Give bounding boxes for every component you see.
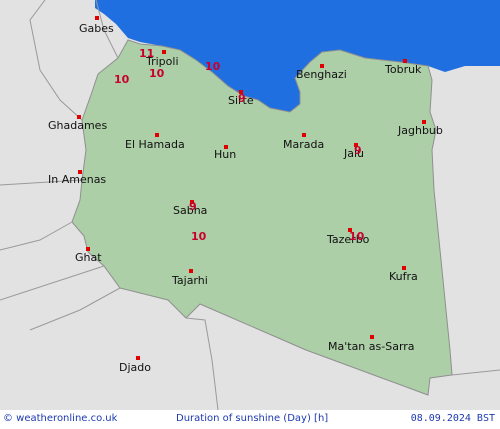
map-canvas: Gabes Tripoli Benghazi Tobruk Sirte Jagh… [0, 0, 500, 410]
city-marker [302, 133, 306, 137]
value-label: 11 [139, 47, 154, 60]
city-label-el-hamada: El Hamada [125, 138, 185, 151]
city-marker [95, 16, 99, 20]
city-label-benghazi: Benghazi [296, 68, 347, 81]
city-label-hun: Hun [214, 148, 236, 161]
city-label-gabes: Gabes [79, 22, 114, 35]
value-label: 9 [238, 92, 246, 105]
city-label-ghat: Ghat [75, 251, 102, 264]
map-date: 08.09.2024 BST [410, 413, 495, 424]
city-marker [155, 133, 159, 137]
city-label-ghadames: Ghadames [48, 119, 107, 132]
value-label: 10 [349, 230, 365, 243]
value-label: 10 [149, 67, 165, 80]
city-marker [189, 269, 193, 273]
city-label-djado: Djado [119, 361, 151, 374]
city-marker [136, 356, 140, 360]
value-label: 10 [114, 73, 130, 86]
map-title: Duration of sunshine (Day) [h] [176, 413, 329, 424]
credit-link[interactable]: © weatheronline.co.uk [3, 413, 117, 424]
map-area: Gabes Tripoli Benghazi Tobruk Sirte Jagh… [0, 0, 500, 410]
value-label: 10 [205, 60, 221, 73]
city-marker [162, 50, 166, 54]
footer-bar: © weatheronline.co.uk Duration of sunshi… [0, 410, 500, 429]
city-label-marada: Marada [283, 138, 324, 151]
city-label-tobruk: Tobruk [384, 63, 422, 76]
city-label-matan-as-sarra: Ma'tan as-Sarra [328, 340, 415, 353]
city-label-in-amenas: In Amenas [48, 173, 106, 186]
city-marker [370, 335, 374, 339]
value-label: 9 [189, 200, 197, 213]
city-label-kufra: Kufra [389, 270, 418, 283]
value-label: 9 [354, 144, 362, 157]
city-label-tajarhi: Tajarhi [171, 274, 208, 287]
city-label-jaghbub: Jaghbub [397, 124, 443, 137]
value-label: 10 [191, 230, 207, 243]
